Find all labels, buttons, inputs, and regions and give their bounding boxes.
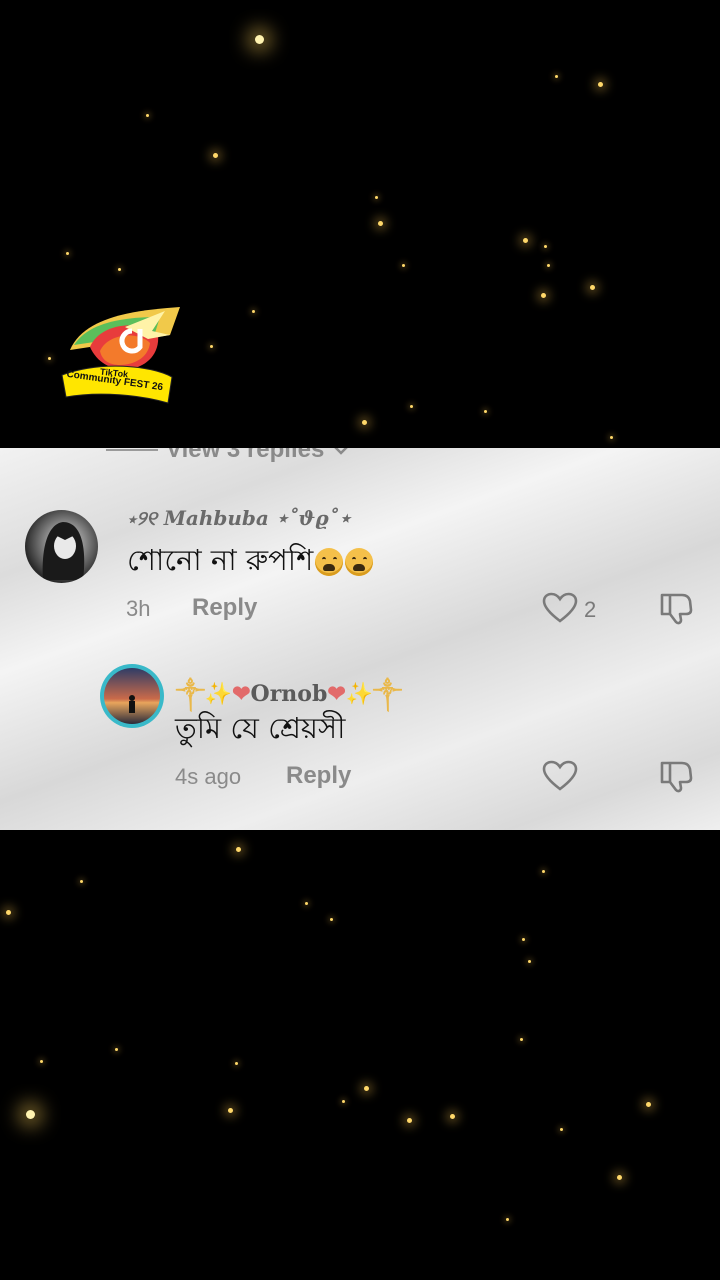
red-heart-icon: ❤ xyxy=(232,681,251,707)
weary-face-emoji-icon xyxy=(315,548,344,576)
anime-girl-avatar-icon xyxy=(42,522,85,580)
avatar-ornob[interactable] xyxy=(100,664,164,728)
comments-panel: View 3 replies ⋆୨୧ Mahbuba ⋆˚ϑϱ˚⋆ শোনো ন… xyxy=(0,448,720,830)
divider-line xyxy=(106,449,158,451)
person-silhouette-icon xyxy=(129,695,135,713)
comment-text: শোনো না রুপশি xyxy=(127,538,374,587)
like-count: 2 xyxy=(584,597,597,622)
red-heart-icon: ❤ xyxy=(327,681,346,707)
comment-username[interactable]: ⋆୨୧ Mahbuba ⋆˚ϑϱ˚⋆ xyxy=(127,506,351,530)
view-replies-label: View 3 replies xyxy=(166,448,325,463)
dislike-icon[interactable] xyxy=(658,758,694,794)
avatar-mahbuba[interactable] xyxy=(25,510,98,583)
reply-button[interactable]: Reply xyxy=(286,762,351,790)
chevron-down-icon xyxy=(334,448,349,455)
comment-timestamp: 4s ago xyxy=(175,764,242,789)
reply-button[interactable]: Reply xyxy=(192,594,257,622)
sunset-avatar-image xyxy=(104,668,160,724)
tiktok-fest-logo-icon xyxy=(61,307,180,404)
heart-like-icon[interactable] xyxy=(542,592,578,624)
tiktok-community-fest-badge: TikTok Community FEST 26 xyxy=(60,305,185,410)
background-starfield-bottom xyxy=(0,830,720,1280)
comment-timestamp: 3h xyxy=(126,596,151,621)
heart-like-icon[interactable] xyxy=(542,760,578,792)
weary-face-emoji-icon xyxy=(345,548,374,576)
comment-text: তুমি যে শ্রেয়সী xyxy=(175,711,346,745)
view-replies-button[interactable]: View 3 replies xyxy=(106,448,350,464)
dislike-icon[interactable] xyxy=(658,590,694,626)
